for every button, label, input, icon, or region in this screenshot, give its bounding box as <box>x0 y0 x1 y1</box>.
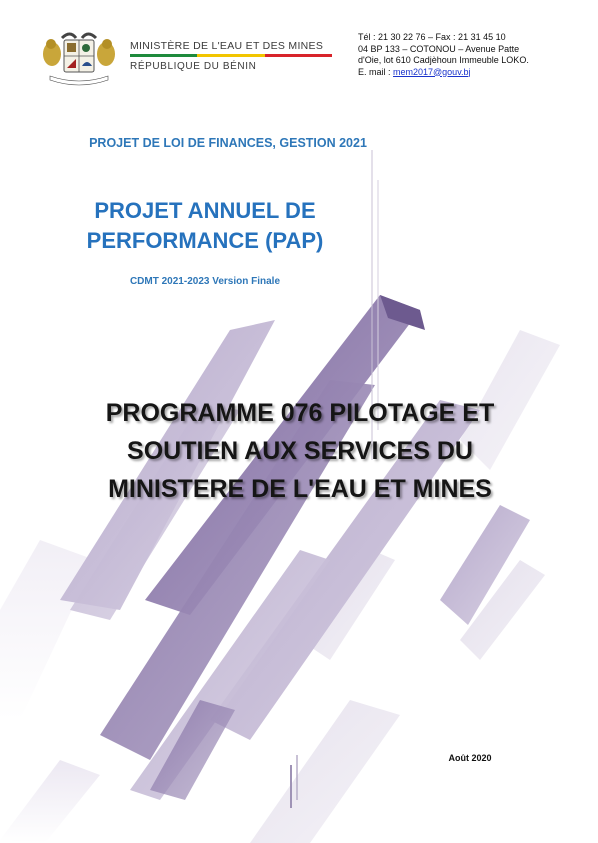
contact-address-line2: d'Oie, lot 610 Cadjèhoun Immeuble LOKO. <box>358 55 529 65</box>
contact-block: Tél : 21 30 22 76 – Fax : 21 31 45 10 04… <box>358 32 558 78</box>
country-name: RÉPUBLIQUE DU BÉNIN <box>130 61 257 72</box>
cover-page: MINISTÈRE DE L'EAU ET DES MINES RÉPUBLIQ… <box>0 0 598 843</box>
finance-law-title: PROJET DE LOI DE FINANCES, GESTION 2021 <box>89 136 367 150</box>
ministry-header: MINISTÈRE DE L'EAU ET DES MINES RÉPUBLIQ… <box>40 28 340 88</box>
flag-green-stripe <box>130 54 198 57</box>
pap-title: PROJET ANNUEL DE PERFORMANCE (PAP) <box>40 196 370 256</box>
document-date: Août 2020 <box>448 753 492 763</box>
flag-yellow-stripe <box>197 54 265 57</box>
national-colors-strip <box>130 54 332 57</box>
coat-of-arms-emblem <box>43 32 115 86</box>
bg-bar <box>0 540 95 720</box>
pap-title-line2: PERFORMANCE (PAP) <box>86 228 324 253</box>
program-title: PROGRAMME 076 PILOTAGE ET SOUTIEN AUX SE… <box>50 394 550 508</box>
contact-email-line: E. mail : mem2017@gouv.bj <box>358 67 558 79</box>
program-title-line3: MINISTERE DE L'EAU ET MINES <box>108 475 492 503</box>
contact-address-line1: 04 BP 133 – COTONOU – Avenue Patte <box>358 43 520 54</box>
program-title-line2: SOUTIEN AUX SERVICES DU <box>127 437 473 465</box>
flag-red-stripe <box>264 54 332 57</box>
email-link[interactable]: mem2017@gouv.bj <box>393 67 471 77</box>
contact-phone-fax: Tél : 21 30 22 76 – Fax : 21 31 45 10 <box>358 32 506 42</box>
program-title-line1: PROGRAMME 076 PILOTAGE ET <box>105 399 495 427</box>
version-subtitle: CDMT 2021-2023 Version Finale <box>129 276 281 287</box>
ministry-name: MINISTÈRE DE L'EAU ET DES MINES <box>130 40 324 52</box>
email-label: E. mail : <box>358 66 394 77</box>
bg-bar <box>0 760 100 843</box>
bg-bar <box>250 700 400 843</box>
pap-title-line1: PROJET ANNUEL DE <box>94 198 316 223</box>
